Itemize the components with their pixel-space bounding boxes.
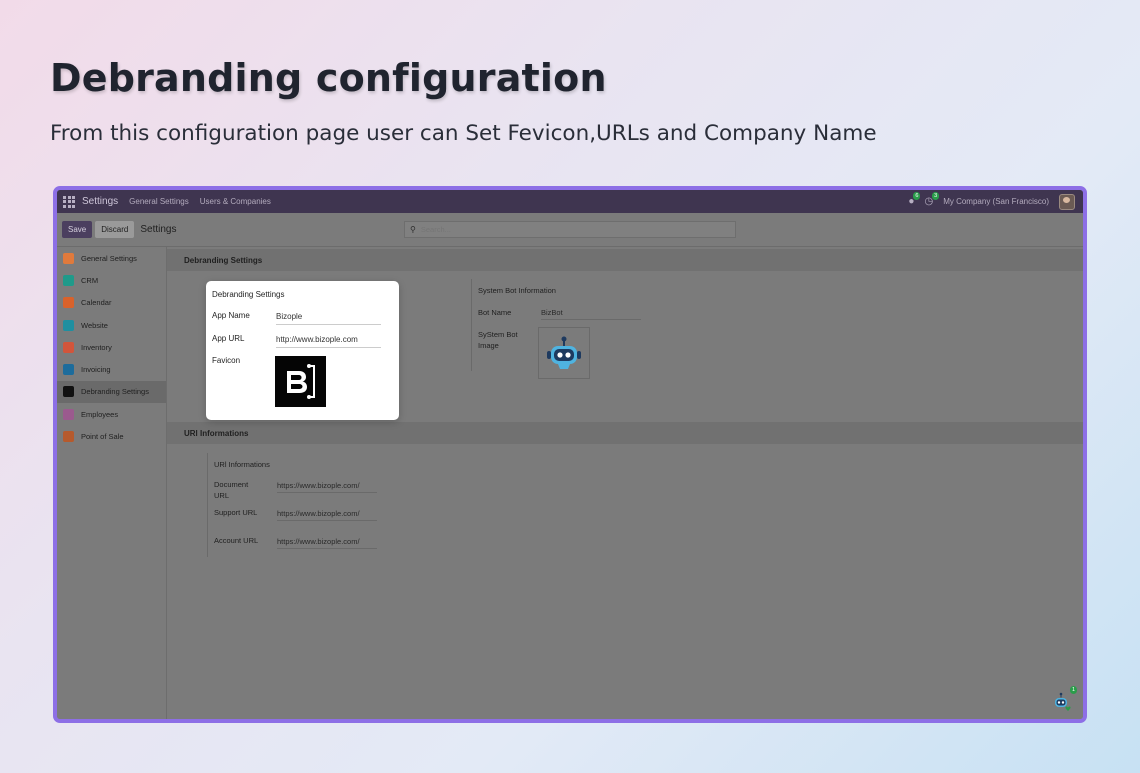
odoo-app: Settings General Settings Users & Compan… (57, 190, 1083, 719)
chat-icon[interactable]: ● 6 (908, 192, 921, 207)
employees-icon (63, 408, 74, 420)
sidebar-item-label: Point of Sale (81, 432, 124, 442)
sidebar-item-invoicing[interactable]: Invoicing (57, 358, 166, 380)
calendar-icon (63, 297, 74, 309)
sidebar-item-website[interactable]: Website (57, 314, 166, 336)
save-button[interactable]: Save (62, 221, 93, 238)
bot-image-label: SyStem Bot Image (478, 330, 518, 350)
app-url-label: App URL (212, 334, 245, 343)
breadcrumb: Settings (140, 224, 177, 235)
search-input[interactable] (420, 225, 701, 234)
sidebar-item-point-of-sale[interactable]: Point of Sale (57, 425, 166, 447)
chat-badge: 6 (913, 192, 921, 200)
hero-subtitle: From this configuration page user can Se… (50, 121, 877, 146)
screenshot-frame: Settings General Settings Users & Compan… (53, 186, 1087, 723)
favicon-upload[interactable] (275, 356, 326, 407)
sidebar-item-calendar[interactable]: Calendar (57, 292, 166, 314)
sidebar-item-general-settings[interactable]: General Settings (57, 247, 166, 269)
website-icon (63, 319, 74, 331)
sidebar-item-label: Employees (81, 409, 119, 419)
sidebar-item-label: Inventory (81, 342, 112, 352)
inventory-icon (63, 341, 74, 353)
document-url-label: Document URL (214, 480, 249, 500)
favicon-label: Favicon (212, 356, 241, 365)
sidebar-item-inventory[interactable]: Inventory (57, 336, 166, 358)
hero-title: Debranding configuration (50, 56, 607, 100)
sidebar-item-label: CRM (81, 275, 99, 285)
nav-link-general-settings[interactable]: General Settings (129, 197, 189, 206)
control-panel: Save Discard Settings ⚲ (57, 213, 1083, 247)
nav-right: ● 6 ◷ 3 My Company (San Francisco) (908, 192, 1083, 210)
debranding-icon (63, 386, 74, 398)
discard-button[interactable]: Discard (95, 221, 135, 238)
chatbot-icon (1055, 692, 1071, 711)
support-url-field[interactable]: https://www.bizople.com/ (277, 509, 377, 521)
activity-badge: 3 (932, 192, 940, 200)
activity-icon[interactable]: ◷ 3 (924, 192, 940, 207)
bot-image-field[interactable] (538, 327, 590, 379)
apps-menu-icon[interactable] (63, 195, 75, 208)
debranding-section-header: Debranding Settings (167, 249, 1083, 271)
settings-icon (63, 252, 74, 264)
bizople-logo-icon (287, 364, 315, 399)
popup-title: Debranding Settings (212, 290, 285, 299)
document-url-field[interactable]: https://www.bizople.com/ (277, 481, 377, 493)
crm-icon (63, 274, 74, 286)
sidebar-item-employees[interactable]: Employees (57, 403, 166, 425)
app-url-field[interactable]: http://www.bizople.com (276, 335, 381, 348)
top-navbar: Settings General Settings Users & Compan… (57, 190, 1083, 213)
point-of-sale-icon (63, 431, 74, 443)
invoicing-icon (63, 364, 74, 376)
sidebar-item-label: Website (81, 320, 108, 330)
sidebar-item-label: Invoicing (81, 365, 111, 375)
app-name-field[interactable]: Bizople (276, 312, 381, 325)
url-subtitle: URl Informations (214, 460, 270, 469)
sidebar-item-label: Calendar (81, 298, 112, 308)
debranding-popup: Debranding Settings App Name Bizople App… (206, 281, 399, 420)
sidebar-item-label: General Settings (81, 253, 137, 263)
sidebar-item-crm[interactable]: CRM (57, 269, 166, 291)
company-switcher[interactable]: My Company (San Francisco) (943, 197, 1049, 206)
bot-name-label: Bot Name (478, 308, 512, 317)
robot-icon (547, 336, 581, 369)
chatbot-badge: 1 (1069, 686, 1077, 694)
search-bar: ⚲ (404, 221, 736, 238)
settings-sidebar: General Settings CRM Calendar Website Invent… (57, 247, 167, 719)
account-url-field[interactable]: https://www.bizople.com/ (277, 537, 377, 549)
sidebar-item-debranding-settings[interactable]: Debranding Settings (57, 380, 166, 404)
account-url-label: Account URL (214, 536, 259, 545)
url-column-divider (207, 453, 208, 557)
column-divider (471, 279, 472, 371)
bot-name-field[interactable]: BizBot (541, 308, 641, 320)
bot-section-title: System Bot Information (478, 286, 556, 295)
user-avatar[interactable] (1059, 193, 1075, 210)
nav-link-users-companies[interactable]: Users & Companies (200, 197, 271, 206)
chatbot-launcher[interactable]: 1 (1053, 686, 1077, 713)
nav-brand[interactable]: Settings (82, 196, 118, 207)
app-name-label: App Name (212, 311, 250, 320)
url-section-header: URl Informations (167, 422, 1083, 444)
search-icon: ⚲ (410, 225, 416, 234)
sidebar-item-label: Debranding Settings (81, 387, 149, 397)
support-url-label: Support URL (214, 508, 258, 517)
